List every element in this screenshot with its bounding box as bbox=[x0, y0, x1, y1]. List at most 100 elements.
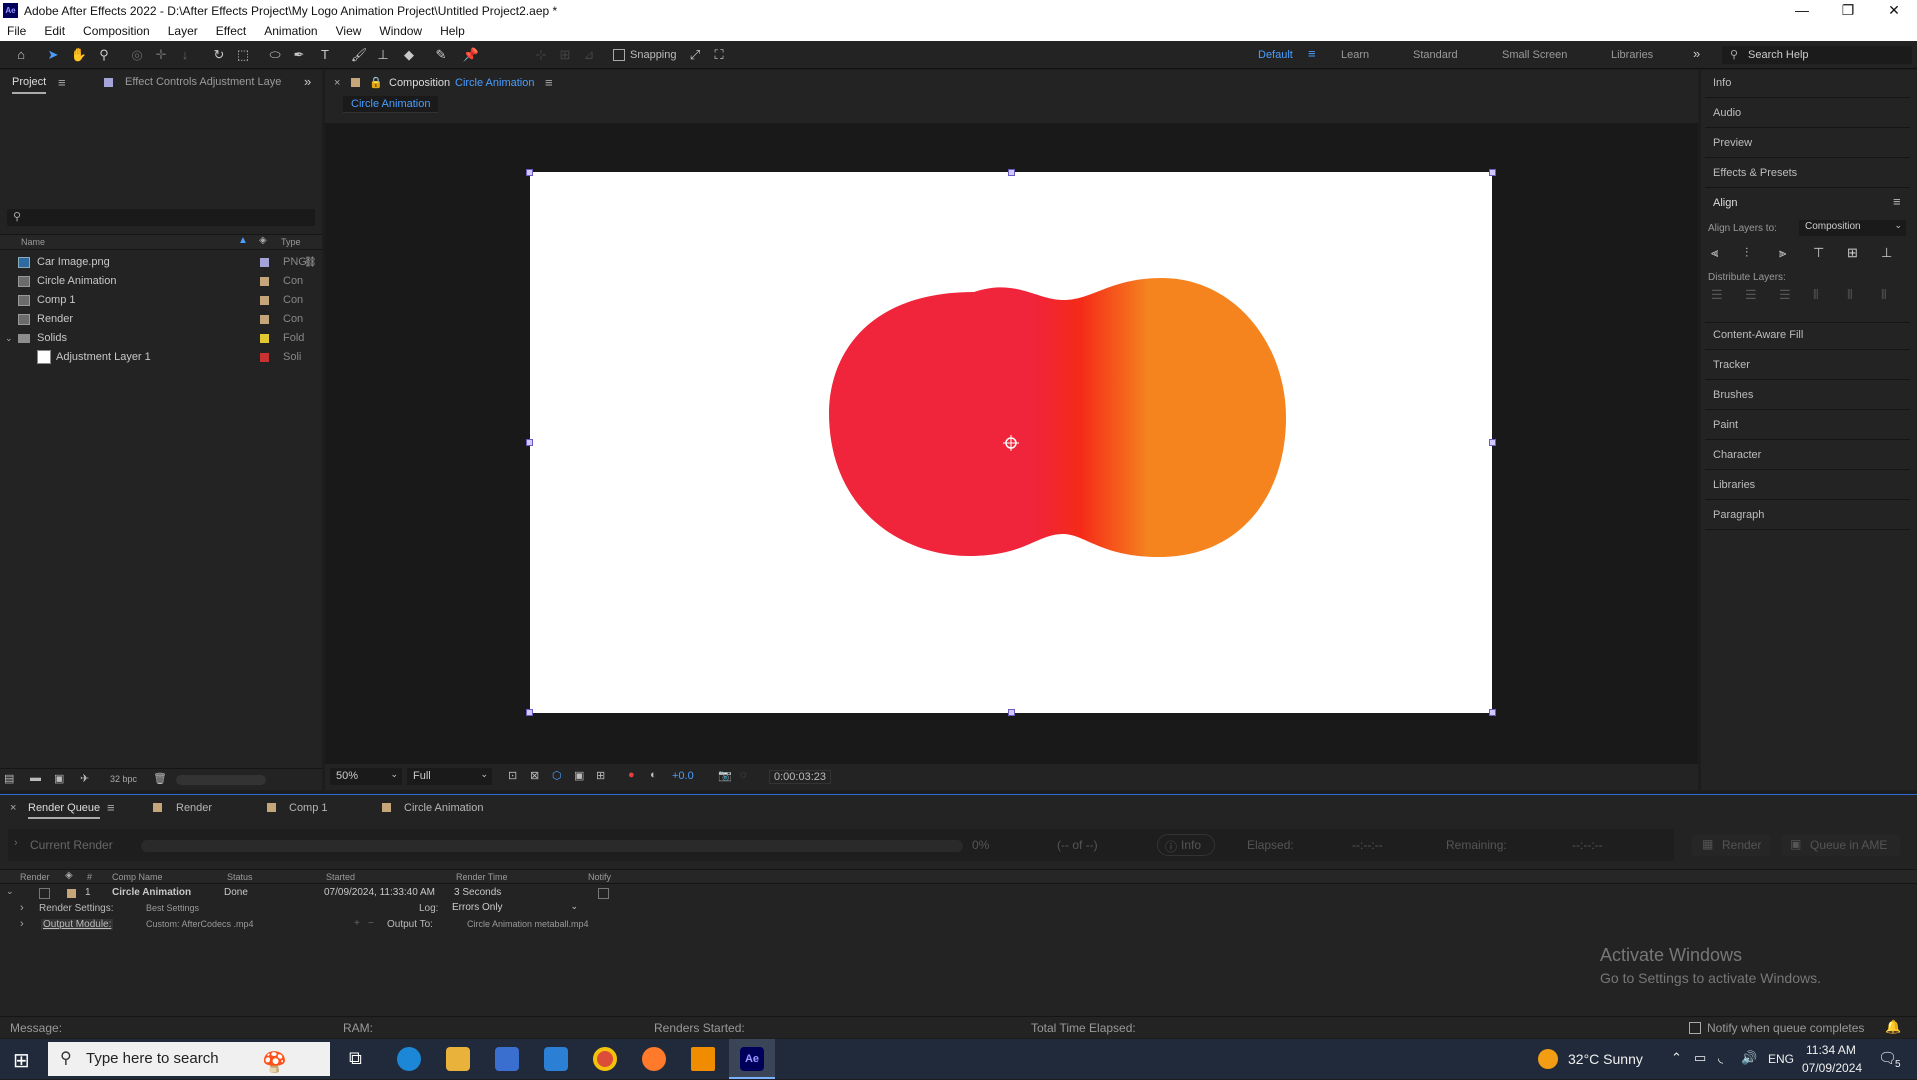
project-panel-menu-icon[interactable]: ≡ bbox=[58, 75, 66, 90]
close-tab-icon[interactable]: × bbox=[10, 802, 16, 814]
align-bottom-icon[interactable]: ⊥ bbox=[1881, 245, 1892, 261]
axis-view-icon[interactable]: ⊿ bbox=[580, 46, 598, 64]
layer-handle[interactable] bbox=[1489, 709, 1496, 716]
col-comp-name[interactable]: Comp Name bbox=[112, 872, 163, 882]
workspace-standard[interactable]: Standard bbox=[1413, 49, 1458, 61]
project-item[interactable]: Comp 1 Con bbox=[0, 291, 318, 310]
layer-handle[interactable] bbox=[526, 439, 533, 446]
brush-tool-icon[interactable]: 🖌 bbox=[350, 46, 368, 64]
close-button[interactable]: ✕ bbox=[1871, 0, 1917, 21]
tab-render-queue[interactable]: Render Queue bbox=[28, 802, 101, 819]
label-tag-icon[interactable]: ◈ bbox=[259, 235, 267, 246]
adjust-settings-icon[interactable]: ✈ bbox=[80, 772, 89, 785]
menu-animation[interactable]: Animation bbox=[264, 24, 317, 38]
menu-view[interactable]: View bbox=[336, 24, 362, 38]
layer-handle[interactable] bbox=[1008, 169, 1015, 176]
composition-tab-name[interactable]: Circle Animation bbox=[455, 77, 534, 89]
align-panel-title[interactable]: Align bbox=[1713, 197, 1737, 209]
align-vertical-center-icon[interactable]: ⊞ bbox=[1847, 245, 1858, 261]
layer-handle[interactable] bbox=[1489, 169, 1496, 176]
distribute-right-icon[interactable]: ⦀ bbox=[1881, 287, 1887, 303]
color-management-icon[interactable]: ◐ bbox=[650, 769, 657, 781]
zoom-dropdown[interactable]: 50% ⌄ bbox=[330, 768, 402, 785]
selection-tool-icon[interactable]: ➤ bbox=[44, 46, 62, 64]
axis-world-icon[interactable]: ⊞ bbox=[556, 46, 574, 64]
weather-sun-icon[interactable] bbox=[1538, 1049, 1558, 1069]
align-layers-to-dropdown[interactable]: Composition ⌄ bbox=[1799, 220, 1906, 236]
project-item[interactable]: Circle Animation Con bbox=[0, 272, 318, 291]
notify-checkbox[interactable] bbox=[598, 888, 609, 899]
tab-comp-1[interactable]: Comp 1 bbox=[289, 802, 328, 814]
workspace-learn[interactable]: Learn bbox=[1341, 49, 1369, 61]
file-explorer-icon[interactable] bbox=[446, 1047, 470, 1071]
menu-composition[interactable]: Composition bbox=[83, 24, 150, 38]
workspace-overflow-icon[interactable]: » bbox=[1693, 46, 1700, 61]
render-queue-item[interactable]: ⌄ 1 Circle Animation Done 07/09/2024, 11… bbox=[0, 886, 1917, 901]
layer-handle[interactable] bbox=[1489, 439, 1496, 446]
panel-libraries[interactable]: Libraries bbox=[1705, 470, 1910, 500]
composition-tab-prefix[interactable]: Composition bbox=[389, 77, 450, 89]
dolly-camera-icon[interactable]: ↓ bbox=[176, 46, 194, 64]
channels-icon[interactable]: ● bbox=[628, 769, 635, 781]
sort-ascending-icon[interactable]: ▲ bbox=[238, 235, 248, 246]
vlc-icon[interactable] bbox=[691, 1047, 715, 1071]
add-output-module-icon[interactable]: + bbox=[354, 918, 360, 929]
remove-output-module-icon[interactable]: − bbox=[368, 918, 374, 929]
restore-button[interactable]: ❐ bbox=[1825, 0, 1871, 21]
info-button[interactable]: ⓘ Info bbox=[1157, 834, 1215, 856]
new-composition-icon[interactable]: ▣ bbox=[54, 772, 64, 785]
edge-icon[interactable] bbox=[397, 1047, 421, 1071]
resolution-dropdown[interactable]: Full ⌄ bbox=[407, 768, 492, 785]
output-to-value[interactable]: Circle Animation metaball.mp4 bbox=[467, 919, 589, 929]
firefox-icon[interactable] bbox=[642, 1047, 666, 1071]
microsoft-store-icon[interactable] bbox=[495, 1047, 519, 1071]
notification-bell-icon[interactable]: 🔔 bbox=[1885, 1019, 1901, 1035]
new-folder-icon[interactable]: ▬ bbox=[30, 772, 41, 784]
tab-effect-controls[interactable]: Effect Controls Adjustment Laye bbox=[125, 76, 281, 88]
tray-expand-icon[interactable]: ⌃ bbox=[1671, 1050, 1682, 1066]
chevron-right-icon[interactable]: › bbox=[20, 902, 24, 914]
panel-preview[interactable]: Preview bbox=[1705, 128, 1910, 158]
clock-time[interactable]: 11:34 AM bbox=[1806, 1043, 1856, 1057]
menu-help[interactable]: Help bbox=[440, 24, 465, 38]
thumbnail-scrollbar[interactable] bbox=[176, 775, 266, 785]
type-tool-icon[interactable]: T bbox=[316, 46, 334, 64]
distribute-left-icon[interactable]: ⦀ bbox=[1813, 287, 1819, 303]
comp-breadcrumb[interactable]: Circle Animation bbox=[343, 96, 439, 113]
render-queue-menu-icon[interactable]: ≡ bbox=[107, 800, 115, 815]
hand-tool-icon[interactable]: ✋ bbox=[70, 46, 88, 64]
panel-paint[interactable]: Paint bbox=[1705, 410, 1910, 440]
project-item[interactable]: ⌄ Solids Fold bbox=[0, 329, 318, 348]
workspace-small-screen[interactable]: Small Screen bbox=[1502, 49, 1567, 61]
zoom-tool-icon[interactable]: ⚲ bbox=[95, 46, 113, 64]
eraser-tool-icon[interactable]: ◆ bbox=[400, 46, 418, 64]
panel-tracker[interactable]: Tracker bbox=[1705, 350, 1910, 380]
distribute-top-icon[interactable]: ☰ bbox=[1711, 287, 1723, 303]
column-type-header[interactable]: Type bbox=[281, 237, 301, 247]
panel-brushes[interactable]: Brushes bbox=[1705, 380, 1910, 410]
snapping-checkbox[interactable] bbox=[613, 49, 625, 61]
col-render-time[interactable]: Render Time bbox=[456, 872, 508, 882]
home-icon[interactable]: ⌂ bbox=[12, 46, 30, 64]
menu-window[interactable]: Window bbox=[379, 24, 422, 38]
panel-effects-presets[interactable]: Effects & Presets bbox=[1705, 158, 1910, 188]
panel-info[interactable]: Info bbox=[1705, 68, 1910, 98]
folder-expand-chevron-icon[interactable]: ⌄ bbox=[5, 329, 13, 348]
close-tab-icon[interactable]: × bbox=[334, 77, 340, 89]
clock-date[interactable]: 07/09/2024 bbox=[1802, 1061, 1862, 1075]
layer-handle[interactable] bbox=[526, 709, 533, 716]
wifi-icon[interactable]: ◟ bbox=[1718, 1050, 1723, 1066]
panel-overflow-icon[interactable]: » bbox=[304, 74, 311, 89]
tab-circle-animation[interactable]: Circle Animation bbox=[404, 802, 483, 814]
layer-handle[interactable] bbox=[526, 169, 533, 176]
pan-camera-icon[interactable]: ✛ bbox=[152, 46, 170, 64]
expand-chevron-icon[interactable]: ⌄ bbox=[6, 886, 14, 897]
composition-viewer[interactable] bbox=[325, 123, 1698, 764]
search-help-input[interactable]: ⚲ Search Help bbox=[1722, 46, 1912, 64]
col-status[interactable]: Status bbox=[227, 872, 253, 882]
bit-depth-button[interactable]: 32 bpc bbox=[110, 774, 137, 784]
transparency-grid-icon[interactable]: ⊠ bbox=[530, 769, 539, 782]
panel-content-aware-fill[interactable]: Content-Aware Fill bbox=[1705, 320, 1910, 350]
project-item[interactable]: Render Con bbox=[0, 310, 318, 329]
snap-options-icon[interactable]: ⛶ bbox=[710, 46, 728, 64]
